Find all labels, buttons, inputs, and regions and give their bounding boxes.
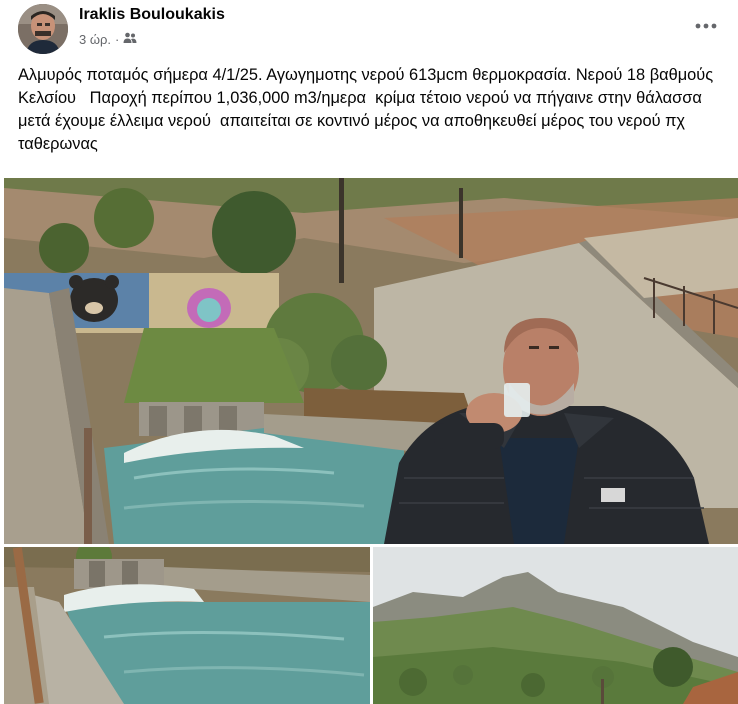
post-time[interactable]: 3 ώρ.	[79, 32, 111, 47]
post-text: Αλμυρός ποταμός σήμερα 4/1/25. Αγωγημοτη…	[18, 66, 718, 153]
author-name[interactable]: Iraklis Bouloukakis	[79, 6, 225, 24]
meta-separator: ·	[115, 32, 120, 47]
author-avatar[interactable]	[18, 4, 68, 54]
more-dots-icon	[695, 23, 717, 29]
post-header: Iraklis Bouloukakis 3 ώρ. ·	[0, 0, 738, 60]
facebook-post: Iraklis Bouloukakis 3 ώρ. · Αλμυρός ποτα…	[0, 0, 738, 704]
friends-icon[interactable]	[123, 32, 137, 47]
mountain-landscape-photo	[373, 547, 738, 704]
photo-bottom-left[interactable]	[4, 547, 370, 704]
avatar-image	[18, 4, 68, 54]
river-channel-photo	[4, 547, 370, 704]
photo-bottom-right[interactable]	[373, 547, 738, 704]
photo-main[interactable]	[4, 178, 738, 544]
more-options-button[interactable]	[692, 12, 720, 40]
post-meta: 3 ώρ. ·	[79, 32, 137, 47]
river-man-drinking-photo	[4, 178, 738, 544]
